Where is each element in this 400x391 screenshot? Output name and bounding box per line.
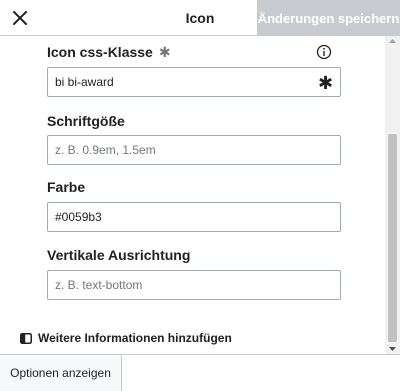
dialog-footer: Optionen anzeigen [0, 354, 400, 391]
add-more-info-toggle[interactable]: Weitere Informationen hinzufügen [20, 331, 232, 345]
color-label: Farbe [47, 179, 86, 195]
dialog-header: Icon Änderungen speichern [0, 0, 400, 36]
font-size-input[interactable] [47, 135, 341, 165]
icon-css-class-input[interactable] [47, 67, 341, 97]
show-options-button[interactable]: Optionen anzeigen [0, 355, 122, 391]
required-star-icon: ✱ [158, 44, 171, 60]
vertical-align-input[interactable] [47, 270, 341, 300]
panel-toggle-icon [20, 332, 32, 344]
info-icon[interactable] [316, 44, 332, 60]
font-size-label: Schriftgöße [47, 113, 125, 129]
save-changes-button[interactable]: Änderungen speichern [257, 0, 400, 36]
required-asterisk-icon: ✱ [318, 73, 334, 93]
scrollbar[interactable] [385, 36, 400, 354]
scroll-up-button[interactable] [385, 36, 400, 46]
scroll-up-arrow-icon [389, 39, 396, 43]
color-input[interactable] [47, 202, 341, 232]
add-more-info-label: Weitere Informationen hinzufügen [38, 331, 232, 345]
vertical-align-label: Vertikale Ausrichtung [47, 247, 191, 263]
scroll-down-arrow-icon [389, 347, 396, 351]
icon-css-class-label: Icon css-Klasse ✱ [47, 44, 171, 60]
scroll-down-button[interactable] [385, 344, 400, 354]
scrollbar-thumb[interactable] [388, 134, 397, 342]
form-content: Icon css-Klasse✱ ✱ Schriftgöße Farbe Ver… [0, 36, 400, 354]
